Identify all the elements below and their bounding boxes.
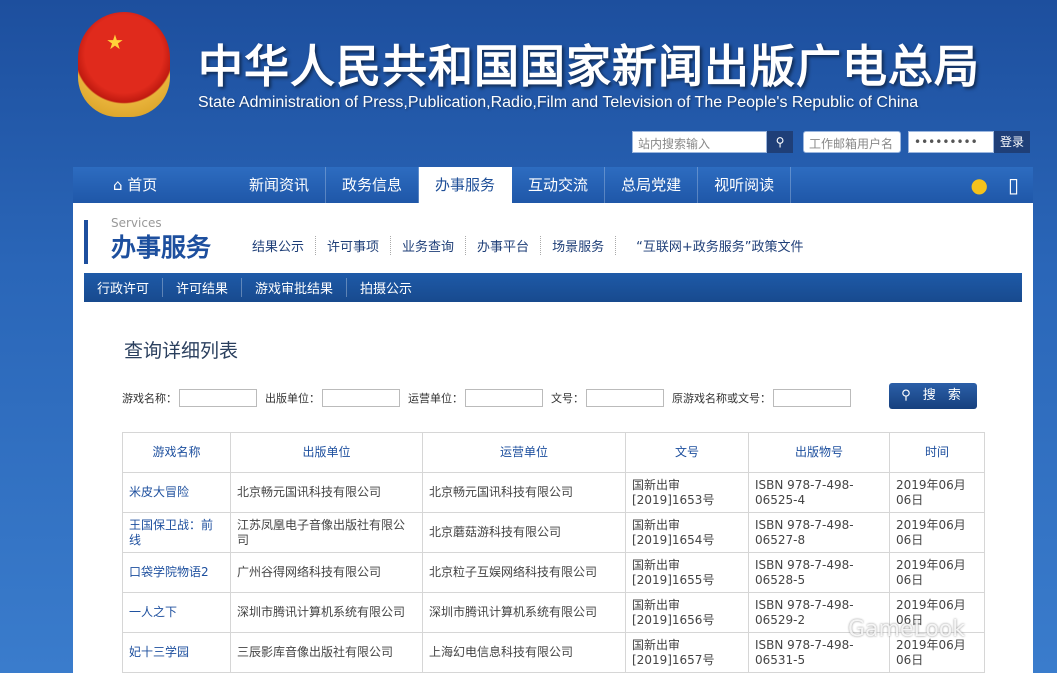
search-form: 游戏名称： 出版单位： 运营单位： 文号： 原游戏名称或文号： (122, 389, 859, 407)
nav-label: 首页 (127, 176, 157, 194)
site-title-en: State Administration of Press,Publicatio… (198, 94, 918, 112)
link-policy[interactable]: “互联网+政务服务”政策文件 (616, 236, 814, 255)
label-game-name: 游戏名称： (122, 390, 177, 406)
operator-input[interactable] (465, 389, 543, 407)
table-cell: 北京畅元国讯科技有限公司 (423, 473, 626, 513)
nav-news[interactable]: 新闻资讯 (233, 167, 326, 203)
section-bar (84, 220, 88, 264)
login-button[interactable]: 登录 (994, 131, 1030, 153)
table-cell: 三辰影库音像出版社有限公司 (231, 633, 423, 673)
label-doc-number: 文号： (551, 390, 584, 406)
table-cell: 2019年06月06日 (890, 513, 985, 553)
table-cell: 国新出审[2019]1655号 (626, 553, 749, 593)
table-cell: 北京粒子互娱网络科技有限公司 (423, 553, 626, 593)
wechat-icon[interactable]: ● (971, 173, 988, 197)
label-operator: 运营单位： (408, 390, 463, 406)
subnav-filming[interactable]: 拍摄公示 (347, 278, 425, 297)
table-cell: 国新出审[2019]1653号 (626, 473, 749, 513)
table-cell: ISBN 978-7-498-06527-8 (749, 513, 890, 553)
column-header: 运营单位 (423, 433, 626, 473)
doc-number-input[interactable] (586, 389, 664, 407)
table-cell: 国新出审[2019]1654号 (626, 513, 749, 553)
game-name-input[interactable] (179, 389, 257, 407)
table-row: 口袋学院物语2广州谷得网络科技有限公司北京粒子互娱网络科技有限公司国新出审[20… (123, 553, 985, 593)
table-cell: 广州谷得网络科技有限公司 (231, 553, 423, 593)
main-nav: ⌂ 首页 新闻资讯 政务信息 办事服务 互动交流 总局党建 视听阅读 ● ▯ (73, 167, 1033, 203)
table-cell: 国新出审[2019]1657号 (626, 633, 749, 673)
search-button[interactable]: ⚲ 搜 索 (889, 383, 977, 409)
game-name-link[interactable]: 口袋学院物语2 (123, 553, 231, 593)
subnav-game-approval[interactable]: 游戏审批结果 (242, 278, 347, 297)
table-cell: 北京蘑菇游科技有限公司 (423, 513, 626, 553)
table-cell: ISBN 978-7-498-06525-4 (749, 473, 890, 513)
search-label: 搜 索 (923, 388, 965, 403)
nav-services[interactable]: 办事服务 (419, 167, 512, 203)
game-name-link[interactable]: 王国保卫战：前线 (123, 513, 231, 553)
password-input[interactable]: ••••••••• (908, 131, 994, 153)
national-emblem: ★ (78, 12, 170, 117)
link-scenes[interactable]: 场景服务 (541, 236, 616, 255)
mobile-icon[interactable]: ▯ (1008, 173, 1019, 197)
table-cell: 2019年06月06日 (890, 473, 985, 513)
column-header: 出版单位 (231, 433, 423, 473)
table-cell: 深圳市腾讯计算机系统有限公司 (423, 593, 626, 633)
link-query[interactable]: 业务查询 (391, 236, 466, 255)
game-name-link[interactable]: 米皮大冒险 (123, 473, 231, 513)
column-header: 文号 (626, 433, 749, 473)
search-icon: ⚲ (901, 388, 923, 403)
section-title: 办事服务 (111, 228, 211, 264)
username-input[interactable]: 工作邮箱用户名 (803, 131, 901, 153)
link-platform[interactable]: 办事平台 (466, 236, 541, 255)
table-row: 王国保卫战：前线江苏凤凰电子音像出版社有限公司北京蘑菇游科技有限公司国新出审[2… (123, 513, 985, 553)
nav-government-info[interactable]: 政务信息 (326, 167, 419, 203)
star-icon: ★ (106, 30, 124, 54)
sub-nav: 行政许可 许可结果 游戏审批结果 拍摄公示 (84, 273, 1022, 302)
subnav-admin-permit[interactable]: 行政许可 (84, 278, 163, 297)
search-icon[interactable]: ⚲ (767, 131, 793, 153)
column-header: 游戏名称 (123, 433, 231, 473)
home-icon: ⌂ (113, 176, 127, 194)
table-cell: 北京畅元国讯科技有限公司 (231, 473, 423, 513)
game-name-link[interactable]: 妃十三学园 (123, 633, 231, 673)
link-permits[interactable]: 许可事项 (316, 236, 391, 255)
subnav-permit-results[interactable]: 许可结果 (163, 278, 242, 297)
nav-home[interactable]: ⌂ 首页 (73, 167, 233, 203)
page-title: 查询详细列表 (124, 336, 238, 363)
watermark: GameLook (848, 617, 965, 642)
table-cell: 国新出审[2019]1656号 (626, 593, 749, 633)
nav-media[interactable]: 视听阅读 (698, 167, 791, 203)
table-row: 米皮大冒险北京畅元国讯科技有限公司北京畅元国讯科技有限公司国新出审[2019]1… (123, 473, 985, 513)
link-results[interactable]: 结果公示 (252, 236, 316, 255)
original-name-input[interactable] (773, 389, 851, 407)
site-title: 中华人民共和国国家新闻出版广电总局 (198, 30, 980, 95)
publisher-input[interactable] (322, 389, 400, 407)
column-header: 出版物号 (749, 433, 890, 473)
table-cell: 江苏凤凰电子音像出版社有限公司 (231, 513, 423, 553)
label-publisher: 出版单位： (265, 390, 320, 406)
nav-interaction[interactable]: 互动交流 (512, 167, 605, 203)
label-original-name: 原游戏名称或文号： (672, 390, 771, 406)
table-cell: 上海幻电信息科技有限公司 (423, 633, 626, 673)
column-header: 时间 (890, 433, 985, 473)
game-name-link[interactable]: 一人之下 (123, 593, 231, 633)
table-cell: 2019年06月06日 (890, 553, 985, 593)
nav-party[interactable]: 总局党建 (605, 167, 698, 203)
table-cell: 深圳市腾讯计算机系统有限公司 (231, 593, 423, 633)
site-search-input[interactable]: 站内搜索输入 (632, 131, 767, 153)
table-cell: ISBN 978-7-498-06528-5 (749, 553, 890, 593)
section-header: Services 办事服务 结果公示 许可事项 业务查询 办事平台 场景服务 “… (84, 216, 1024, 266)
